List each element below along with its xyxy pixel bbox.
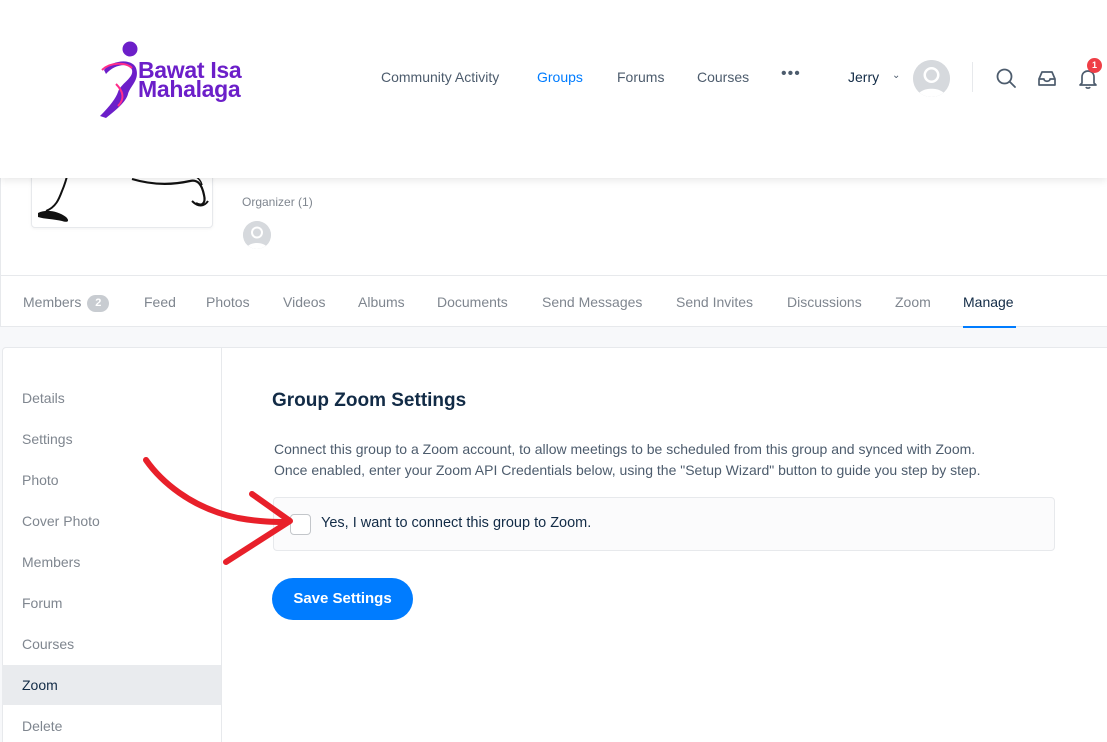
members-count-badge: 2 <box>87 295 110 312</box>
save-settings-button[interactable]: Save Settings <box>272 578 413 620</box>
sidebar-item-forum[interactable]: Forum <box>2 583 221 623</box>
section-title: Group Zoom Settings <box>272 390 467 411</box>
user-avatar[interactable] <box>913 60 950 97</box>
tab-send-messages[interactable]: Send Messages <box>542 294 642 310</box>
tab-zoom[interactable]: Zoom <box>895 294 931 310</box>
sidebar-item-delete[interactable]: Delete <box>2 706 221 742</box>
annotation-arrow-icon <box>143 457 293 565</box>
logo-text-line2: Mahalaga <box>138 76 241 102</box>
site-logo[interactable]: Bawat Isa Mahalaga <box>96 40 256 120</box>
notification-count-badge: 1 <box>1087 58 1102 73</box>
sidebar-item-zoom[interactable]: Zoom <box>2 665 221 705</box>
site-header: Bawat Isa Mahalaga Community Activity Gr… <box>0 0 1107 178</box>
tab-members[interactable]: Members 2 <box>23 294 110 312</box>
nav-community-activity[interactable]: Community Activity <box>381 69 499 85</box>
group-tabs: Members 2 Feed Photos Videos Albums Docum… <box>0 275 1107 328</box>
description-line-2: Once enabled, enter your Zoom API Creden… <box>274 462 981 478</box>
avatar-placeholder-icon <box>243 221 271 249</box>
tab-photos[interactable]: Photos <box>206 294 250 310</box>
avatar-placeholder-icon <box>913 60 950 97</box>
active-tab-indicator <box>963 326 1016 328</box>
nav-groups[interactable]: Groups <box>537 69 583 85</box>
nav-courses[interactable]: Courses <box>697 69 749 85</box>
organizer-avatar[interactable] <box>243 221 271 249</box>
description-line-1: Connect this group to a Zoom account, to… <box>274 441 976 457</box>
tab-manage[interactable]: Manage <box>963 294 1014 310</box>
organizer-label: Organizer (1) <box>242 195 313 209</box>
inbox-icon[interactable] <box>1036 67 1058 89</box>
tab-members-label: Members <box>23 294 82 310</box>
tab-discussions[interactable]: Discussions <box>787 294 862 310</box>
nav-forums[interactable]: Forums <box>617 69 664 85</box>
tab-albums[interactable]: Albums <box>358 294 405 310</box>
header-divider <box>972 62 973 92</box>
tab-documents[interactable]: Documents <box>437 294 508 310</box>
sidebar-item-courses[interactable]: Courses <box>2 624 221 664</box>
search-icon[interactable] <box>995 67 1017 89</box>
nav-more-icon[interactable]: ••• <box>781 65 801 83</box>
user-name[interactable]: Jerry <box>848 69 879 85</box>
tab-videos[interactable]: Videos <box>283 294 326 310</box>
sidebar-item-details[interactable]: Details <box>2 378 221 418</box>
tab-send-invites[interactable]: Send Invites <box>676 294 753 310</box>
tab-feed[interactable]: Feed <box>144 294 176 310</box>
chevron-down-icon[interactable]: ⌄ <box>892 70 900 81</box>
connect-zoom-label[interactable]: Yes, I want to connect this group to Zoo… <box>321 515 591 531</box>
